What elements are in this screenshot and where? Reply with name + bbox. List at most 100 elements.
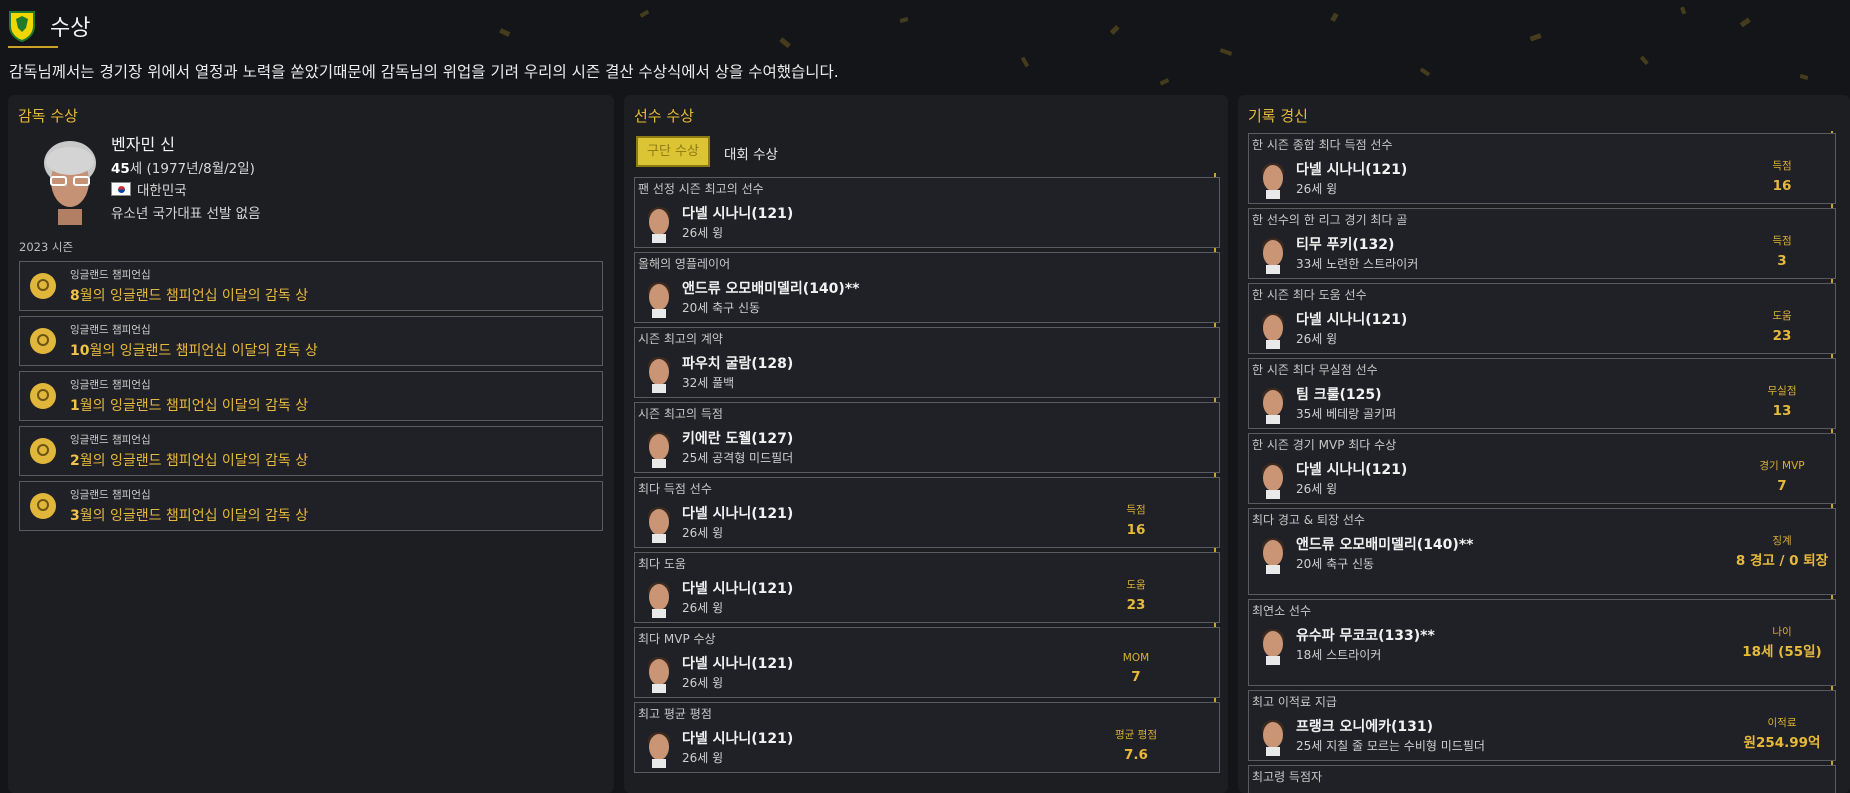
award-competition: 잉글랜드 챔피언십 bbox=[70, 379, 151, 391]
page-header: 수상 bbox=[8, 6, 90, 46]
player-description: 26세 윙 bbox=[682, 601, 724, 615]
stat-label: 징계 bbox=[1772, 535, 1792, 547]
award-category: 한 시즌 경기 MVP 최다 수상 bbox=[1252, 438, 1397, 452]
player-description: 32세 풀백 bbox=[682, 376, 735, 390]
season-label: 2023 시즌 bbox=[19, 240, 74, 254]
manager-youth-caps: 유소년 국가대표 선발 없음 bbox=[111, 206, 261, 222]
club-crest-icon bbox=[9, 11, 35, 42]
player-avatar bbox=[648, 582, 670, 618]
player-description: 26세 윙 bbox=[1296, 482, 1338, 496]
manager-award-list: 잉글랜드 챔피언십 8월의 잉글랜드 챔피언십 이달의 감독 상 잉글랜드 챔피언… bbox=[19, 261, 603, 536]
award-category: 한 시즌 최다 무실점 선수 bbox=[1252, 363, 1378, 377]
player-description: 20세 축구 신동 bbox=[682, 301, 761, 315]
player-avatar bbox=[1262, 629, 1284, 665]
award-category: 최다 MVP 수상 bbox=[638, 632, 716, 646]
award-card[interactable]: 올해의 영플레이어 앤드류 오모배미델리(140)** 20세 축구 신동 bbox=[634, 252, 1220, 323]
award-card[interactable]: 시즌 최고의 득점 키에란 도웰(127) 25세 공격형 미드필더 bbox=[634, 402, 1220, 473]
player-name: 다넬 시나니(121) bbox=[682, 731, 794, 747]
player-name: 앤드류 오모배미델리(140)** bbox=[1296, 537, 1474, 553]
award-category: 팬 선정 시즌 최고의 선수 bbox=[638, 182, 764, 196]
manager-award-item[interactable]: 잉글랜드 챔피언십 1월의 잉글랜드 챔피언십 이달의 감독 상 bbox=[19, 371, 603, 421]
panel-title: 감독 수상 bbox=[18, 107, 78, 125]
award-card[interactable]: 최다 경고 & 퇴장 선수 앤드류 오모배미델리(140)** 20세 축구 신… bbox=[1248, 508, 1836, 595]
stat-value: 16 bbox=[1772, 178, 1792, 194]
award-competition: 잉글랜드 챔피언십 bbox=[70, 434, 151, 446]
award-card[interactable]: 팬 선정 시즌 최고의 선수 다넬 시나니(121) 26세 윙 bbox=[634, 177, 1220, 248]
stat-value: 23 bbox=[1126, 597, 1146, 613]
player-avatar bbox=[648, 732, 670, 768]
award-card[interactable]: 시즌 최고의 계약 파우치 굴람(128) 32세 풀백 bbox=[634, 327, 1220, 398]
manager-award-item[interactable]: 잉글랜드 챔피언십 8월의 잉글랜드 챔피언십 이달의 감독 상 bbox=[19, 261, 603, 311]
player-name: 다넬 시나니(121) bbox=[1296, 162, 1408, 178]
award-card[interactable]: 최고 평균 평점 다넬 시나니(121) 26세 윙 평균 평점 7.6 bbox=[634, 702, 1220, 773]
tab-competition-awards[interactable]: 대회 수상 bbox=[724, 143, 778, 163]
stat-label: 무실점 bbox=[1767, 385, 1797, 397]
award-card[interactable]: 최고령 득점자 bbox=[1248, 765, 1836, 793]
award-title: 2월의 잉글랜드 챔피언십 이달의 감독 상 bbox=[70, 453, 309, 469]
player-description: 25세 지칠 줄 모르는 수비형 미드필더 bbox=[1296, 739, 1485, 753]
award-card[interactable]: 한 시즌 경기 MVP 최다 수상 다넬 시나니(121) 26세 윙 경기 M… bbox=[1248, 433, 1836, 504]
player-name: 다넬 시나니(121) bbox=[682, 506, 794, 522]
award-stat: 징계 8 경고 / 0 퇴장 bbox=[1727, 533, 1837, 571]
award-category: 한 시즌 최다 도움 선수 bbox=[1252, 288, 1367, 302]
manager-avatar bbox=[44, 141, 96, 225]
records-panel: 기록 경신 한 시즌 종합 최다 득점 선수 다넬 시나니(121) 26세 윙… bbox=[1238, 95, 1850, 793]
award-card[interactable]: 최다 MVP 수상 다넬 시나니(121) 26세 윙 MOM 7 bbox=[634, 627, 1220, 698]
player-description: 26세 윙 bbox=[682, 526, 724, 540]
manager-award-item[interactable]: 잉글랜드 챔피언십 10월의 잉글랜드 챔피언십 이달의 감독 상 bbox=[19, 316, 603, 366]
award-category: 최다 경고 & 퇴장 선수 bbox=[1252, 513, 1365, 527]
player-description: 18세 스트라이커 bbox=[1296, 648, 1382, 662]
player-avatar bbox=[648, 282, 670, 318]
stat-value: 16 bbox=[1126, 522, 1146, 538]
award-competition: 잉글랜드 챔피언십 bbox=[70, 269, 151, 281]
award-stat: 경기 MVP 7 bbox=[1727, 458, 1837, 496]
stat-value: 7 bbox=[1777, 478, 1787, 494]
player-description: 26세 윙 bbox=[682, 751, 724, 765]
award-category: 한 선수의 한 리그 경기 최다 골 bbox=[1252, 213, 1408, 227]
award-card[interactable]: 한 시즌 최다 도움 선수 다넬 시나니(121) 26세 윙 도움 23 bbox=[1248, 283, 1836, 354]
award-card[interactable]: 최다 득점 선수 다넬 시나니(121) 26세 윙 득점 16 bbox=[634, 477, 1220, 548]
player-name: 다넬 시나니(121) bbox=[682, 206, 794, 222]
player-name: 키에란 도웰(127) bbox=[682, 431, 794, 447]
tab-club-awards[interactable]: 구단 수상 bbox=[636, 136, 710, 167]
award-category: 올해의 영플레이어 bbox=[638, 257, 731, 271]
award-category: 최다 도움 bbox=[638, 557, 686, 571]
manager-award-item[interactable]: 잉글랜드 챔피언십 2월의 잉글랜드 챔피언십 이달의 감독 상 bbox=[19, 426, 603, 476]
player-name: 다넬 시나니(121) bbox=[1296, 312, 1408, 328]
manager-age: 45세 (1977년/8월/2일) bbox=[111, 161, 255, 177]
award-title: 3월의 잉글랜드 챔피언십 이달의 감독 상 bbox=[70, 508, 309, 524]
stat-value: 7.6 bbox=[1124, 747, 1148, 763]
player-avatar bbox=[1262, 538, 1284, 574]
title-underline bbox=[8, 46, 58, 48]
medal-icon bbox=[30, 493, 56, 519]
player-name: 팀 크룰(125) bbox=[1296, 387, 1382, 403]
player-description: 26세 윙 bbox=[1296, 182, 1338, 196]
award-category: 한 시즌 종합 최다 득점 선수 bbox=[1252, 138, 1393, 152]
player-name: 다넬 시나니(121) bbox=[1296, 462, 1408, 478]
stat-value: 13 bbox=[1772, 403, 1792, 419]
player-award-list: 팬 선정 시즌 최고의 선수 다넬 시나니(121) 26세 윙 올해의 영플레… bbox=[634, 177, 1220, 777]
award-card[interactable]: 최고 이적료 지급 프랭크 오니에카(131) 25세 지칠 줄 모르는 수비형… bbox=[1248, 690, 1836, 761]
player-name: 티무 푸키(132) bbox=[1296, 237, 1395, 253]
award-stat: 평균 평점 7.6 bbox=[1081, 727, 1191, 765]
player-avatar bbox=[1262, 313, 1284, 349]
manager-award-item[interactable]: 잉글랜드 챔피언십 3월의 잉글랜드 챔피언십 이달의 감독 상 bbox=[19, 481, 603, 531]
award-card[interactable]: 한 선수의 한 리그 경기 최다 골 티무 푸키(132) 33세 노련한 스트… bbox=[1248, 208, 1836, 279]
player-avatar bbox=[1262, 238, 1284, 274]
award-card[interactable]: 한 시즌 최다 무실점 선수 팀 크룰(125) 35세 베테랑 골키퍼 무실점… bbox=[1248, 358, 1836, 429]
player-avatar bbox=[648, 207, 670, 243]
award-card[interactable]: 최다 도움 다넬 시나니(121) 26세 윙 도움 23 bbox=[634, 552, 1220, 623]
award-card[interactable]: 최연소 선수 유수파 무코코(133)** 18세 스트라이커 나이 18세 (… bbox=[1248, 599, 1836, 686]
award-title: 8월의 잉글랜드 챔피언십 이달의 감독 상 bbox=[70, 288, 309, 304]
player-description: 35세 베테랑 골키퍼 bbox=[1296, 407, 1397, 421]
medal-icon bbox=[30, 383, 56, 409]
player-avatar bbox=[648, 657, 670, 693]
award-stat: 득점 3 bbox=[1727, 233, 1837, 271]
stat-value: 3 bbox=[1777, 253, 1787, 269]
player-avatar bbox=[1262, 720, 1284, 756]
award-stat: 득점 16 bbox=[1081, 502, 1191, 540]
award-category: 최다 득점 선수 bbox=[638, 482, 712, 496]
award-card[interactable]: 한 시즌 종합 최다 득점 선수 다넬 시나니(121) 26세 윙 득점 16 bbox=[1248, 133, 1836, 204]
stat-value: 8 경고 / 0 퇴장 bbox=[1735, 553, 1829, 569]
intro-text: 감독님께서는 경기장 위에서 열정과 노력을 쏟았기때문에 감독님의 위업을 기… bbox=[9, 63, 839, 81]
